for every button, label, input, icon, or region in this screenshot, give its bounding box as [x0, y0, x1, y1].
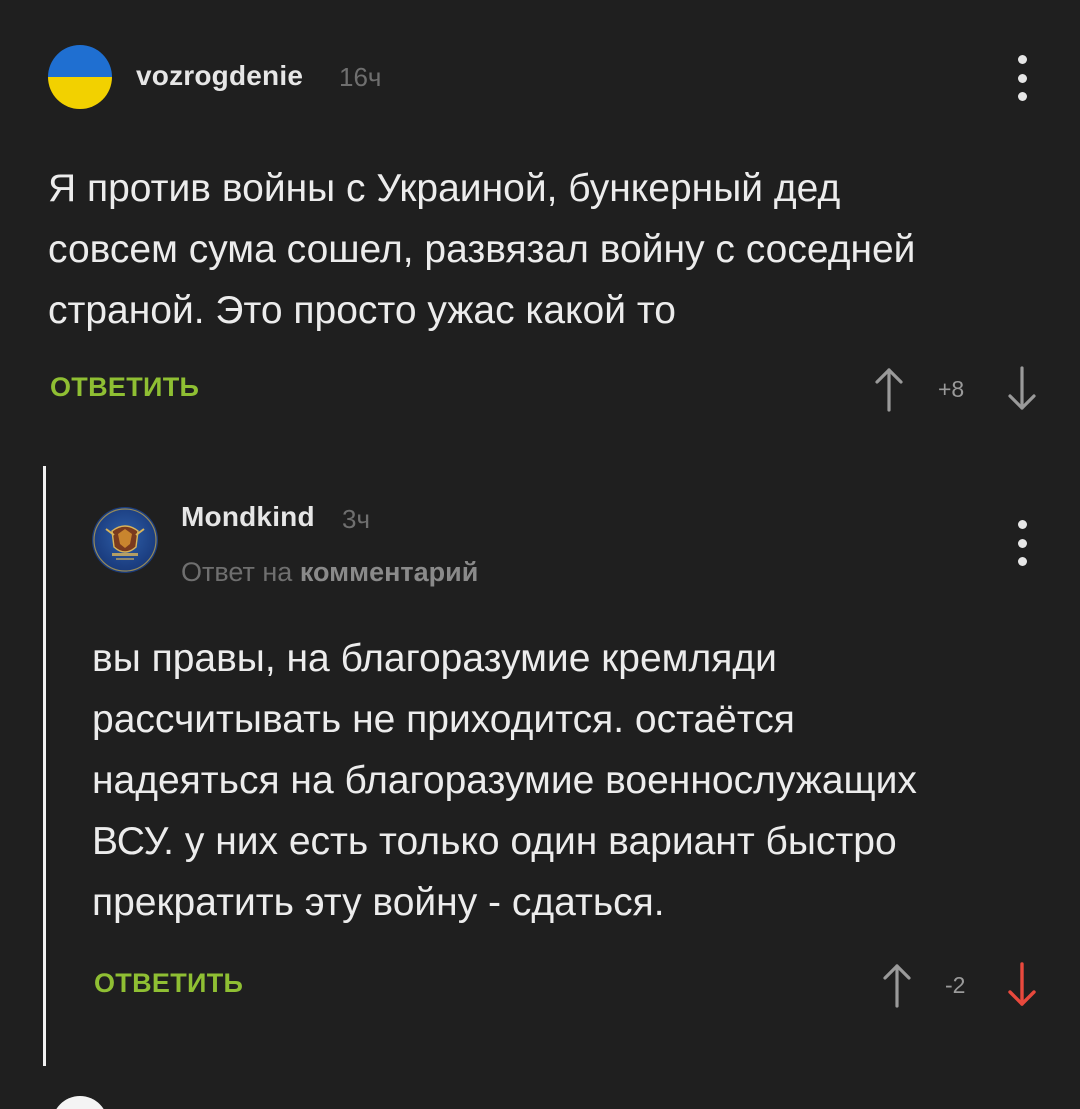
reply-to-prefix: Ответ на — [181, 557, 293, 587]
comment-text: вы правы, на благоразумие кремляди рассч… — [92, 637, 917, 924]
vote-score: -2 — [945, 972, 966, 998]
more-options-icon[interactable] — [1012, 520, 1032, 566]
upvote-arrow-icon[interactable] — [882, 962, 912, 1008]
comments-page: vozrogdenie 16ч Я против войны с Украино… — [0, 0, 1080, 1109]
username[interactable]: Mondkind — [181, 501, 315, 533]
coat-of-arms-icon — [93, 508, 157, 572]
user-avatar[interactable] — [92, 507, 158, 573]
reply-comment: Mondkind 3ч Ответ на комментарий вы прав… — [0, 0, 1080, 1080]
downvote-arrow-icon-active[interactable] — [1007, 962, 1037, 1008]
next-comment-avatar[interactable] — [52, 1096, 108, 1109]
parent-comment-link[interactable]: комментарий — [300, 557, 479, 587]
reply-to-line: Ответ на комментарий — [181, 557, 478, 588]
reply-button[interactable]: ОТВЕТИТЬ — [94, 968, 243, 999]
comment-time: 3ч — [342, 504, 371, 534]
